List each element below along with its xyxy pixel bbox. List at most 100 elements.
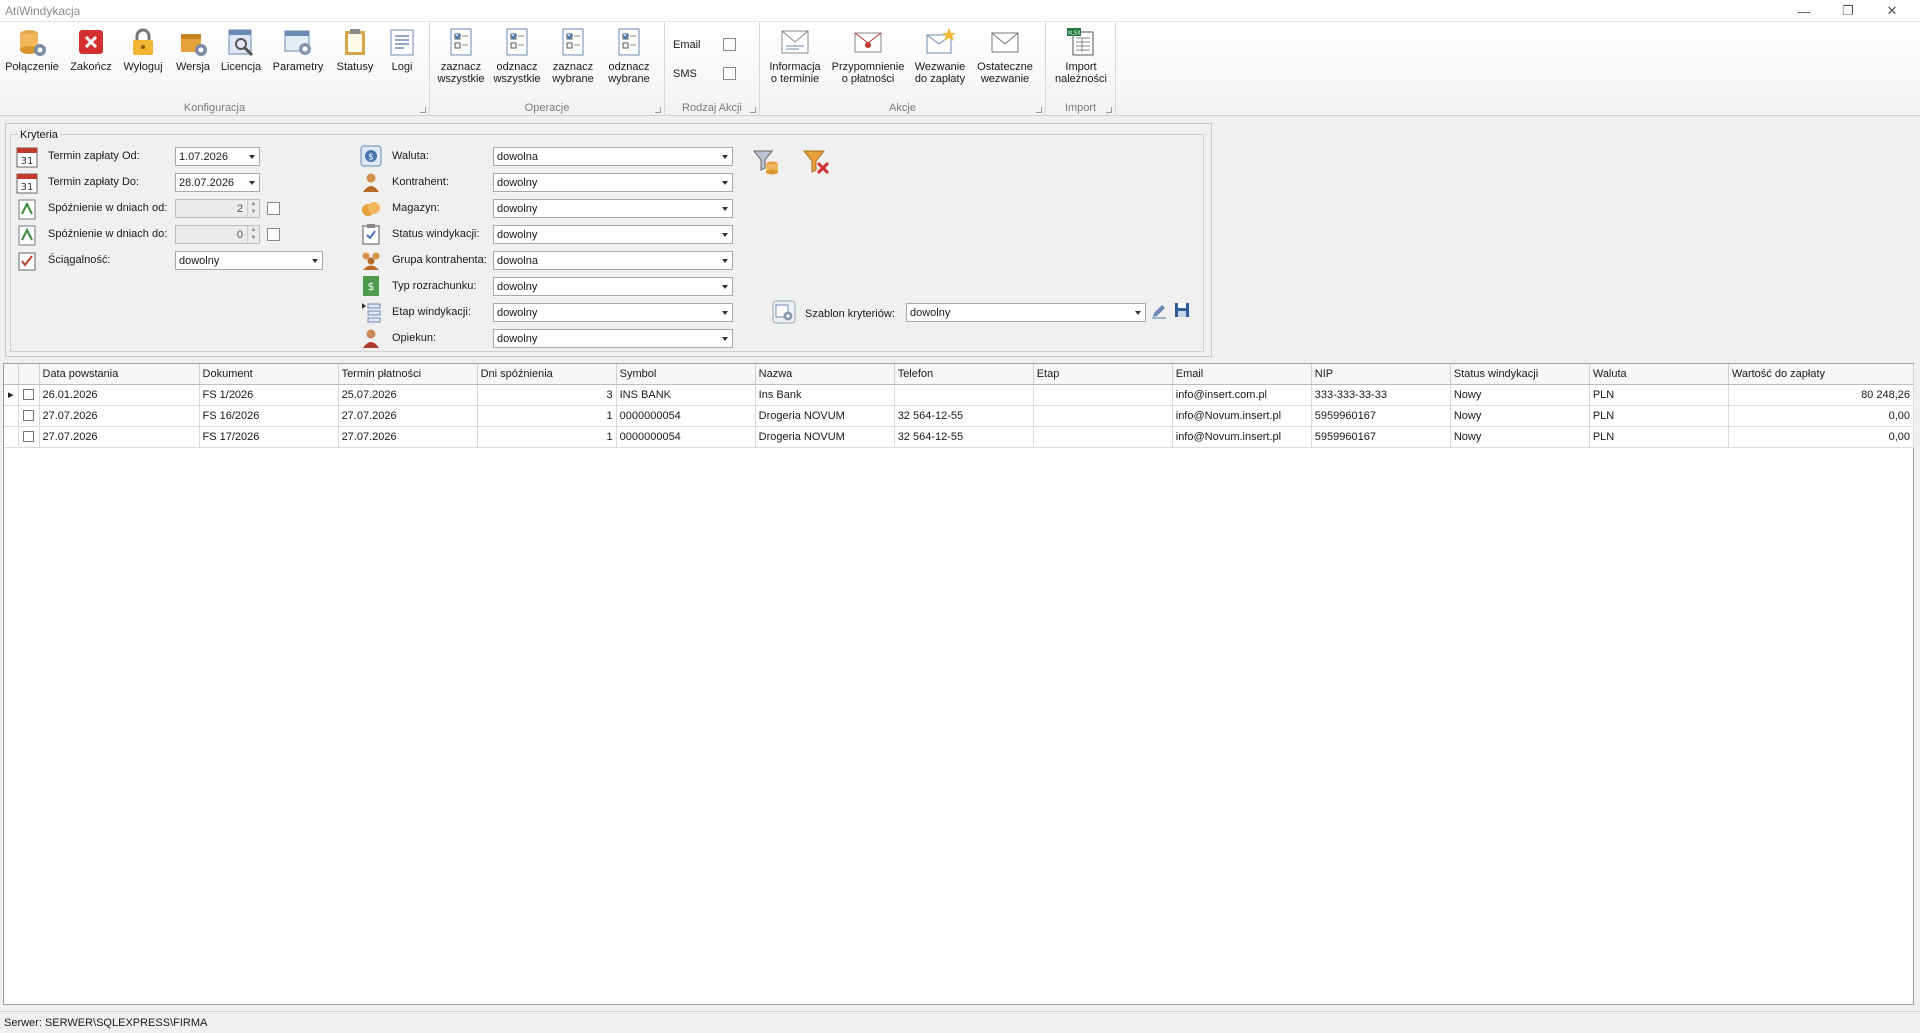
row-checkbox[interactable]: [23, 431, 34, 443]
cell[interactable]: info@insert.com.pl: [1172, 384, 1312, 406]
contractor-select[interactable]: dowolny: [493, 173, 733, 192]
cell[interactable]: 27.07.2026: [338, 405, 478, 427]
cell[interactable]: 25.07.2026: [338, 384, 478, 406]
edit-pencil-icon[interactable]: [1151, 303, 1167, 319]
cell[interactable]: 333-333-33-33: [1311, 384, 1451, 406]
license-button[interactable]: Licencja: [218, 26, 264, 73]
cell[interactable]: 0000000054: [616, 426, 756, 448]
cell[interactable]: PLN: [1589, 384, 1729, 406]
late-days-to-spinner[interactable]: 0 ▲ ▼: [175, 225, 260, 244]
cell[interactable]: 0,00: [1728, 405, 1915, 427]
group-expand-icon[interactable]: [655, 107, 661, 113]
column-header[interactable]: Waluta: [1589, 364, 1729, 385]
column-header[interactable]: Nazwa: [755, 364, 895, 385]
cell[interactable]: info@Novum.insert.pl: [1172, 405, 1312, 427]
group-expand-icon[interactable]: [420, 107, 426, 113]
save-disk-icon[interactable]: [1174, 302, 1190, 318]
cell[interactable]: Nowy: [1450, 405, 1590, 427]
column-header[interactable]: Termin płatności: [338, 364, 478, 385]
cell[interactable]: 27.07.2026: [39, 405, 200, 427]
spin-arrows-icon[interactable]: ▲ ▼: [247, 226, 259, 243]
select-all-button[interactable]: zaznacz wszystkie: [436, 26, 486, 85]
row-select-cell[interactable]: [18, 384, 40, 406]
filter-apply-icon[interactable]: [752, 148, 780, 176]
select-column-header[interactable]: [18, 364, 40, 385]
deselect-all-button[interactable]: odznacz wszystkie: [492, 26, 542, 85]
logs-button[interactable]: Logi: [384, 26, 420, 73]
cell[interactable]: [1033, 384, 1173, 406]
row-checkbox[interactable]: [23, 389, 34, 401]
cell[interactable]: PLN: [1589, 426, 1729, 448]
group-expand-icon[interactable]: [750, 107, 756, 113]
exit-button[interactable]: Zakończ: [68, 26, 114, 73]
cell[interactable]: 5959960167: [1311, 405, 1451, 427]
version-button[interactable]: Wersja: [172, 26, 214, 73]
cell[interactable]: INS BANK: [616, 384, 756, 406]
filter-clear-icon[interactable]: [802, 148, 830, 176]
cell[interactable]: 3: [477, 384, 617, 406]
column-header[interactable]: NIP: [1311, 364, 1451, 385]
select-chosen-button[interactable]: zaznacz wybrane: [548, 26, 598, 85]
row-checkbox[interactable]: [23, 410, 34, 422]
minimize-button[interactable]: —: [1782, 0, 1826, 22]
logout-button[interactable]: Wyloguj: [120, 26, 166, 73]
cell[interactable]: Ins Bank: [755, 384, 895, 406]
settlement-type-select[interactable]: dowolny: [493, 277, 733, 296]
cell[interactable]: Drogeria NOVUM: [755, 426, 895, 448]
table-row[interactable]: 27.07.2026 FS 17/2026 27.07.2026 1 00000…: [4, 426, 1915, 448]
column-header[interactable]: Data powstania: [39, 364, 200, 385]
cell[interactable]: 1: [477, 426, 617, 448]
sms-action-option[interactable]: SMS: [673, 67, 736, 80]
payment-reminder-button[interactable]: Przypomnienie o płatności: [830, 26, 906, 85]
final-demand-button[interactable]: Ostateczne wezwanie: [974, 26, 1036, 85]
payment-demand-button[interactable]: Wezwanie do zapłaty: [910, 26, 970, 85]
column-header[interactable]: Dokument: [199, 364, 339, 385]
cell[interactable]: 32 564-12-55: [894, 426, 1034, 448]
contractor-group-select[interactable]: dowolna: [493, 251, 733, 270]
collection-status-select[interactable]: dowolny: [493, 225, 733, 244]
cell[interactable]: Drogeria NOVUM: [755, 405, 895, 427]
cell[interactable]: 27.07.2026: [39, 426, 200, 448]
cell[interactable]: [1033, 405, 1173, 427]
parameters-button[interactable]: Parametry: [270, 26, 326, 73]
column-header[interactable]: Status windykacji: [1450, 364, 1590, 385]
column-header[interactable]: Wartość do zapłaty: [1728, 364, 1915, 385]
cell[interactable]: info@Novum.insert.pl: [1172, 426, 1312, 448]
import-receivables-button[interactable]: XLSX Import należności: [1052, 26, 1110, 85]
spin-arrows-icon[interactable]: ▲ ▼: [247, 200, 259, 217]
cell[interactable]: Nowy: [1450, 384, 1590, 406]
cell[interactable]: [894, 384, 1034, 406]
cell[interactable]: 32 564-12-55: [894, 405, 1034, 427]
column-header[interactable]: Email: [1172, 364, 1312, 385]
cell[interactable]: 0,00: [1728, 426, 1915, 448]
sms-checkbox[interactable]: [723, 67, 736, 80]
currency-select[interactable]: dowolna: [493, 147, 733, 166]
row-select-cell[interactable]: [18, 405, 40, 427]
column-header[interactable]: Etap: [1033, 364, 1173, 385]
connection-button[interactable]: Połączenie: [5, 26, 59, 73]
cell[interactable]: 26.01.2026: [39, 384, 200, 406]
collection-stage-select[interactable]: dowolny: [493, 303, 733, 322]
due-date-from-picker[interactable]: 1.07.2026: [175, 147, 260, 166]
cell[interactable]: Nowy: [1450, 426, 1590, 448]
table-row[interactable]: ▸ 26.01.2026 FS 1/2026 25.07.2026 3 INS …: [4, 384, 1915, 406]
cell[interactable]: 80 248,26: [1728, 384, 1915, 406]
row-select-cell[interactable]: [18, 426, 40, 448]
column-header[interactable]: Dni spóźnienia: [477, 364, 617, 385]
late-days-from-spinner[interactable]: 2 ▲ ▼: [175, 199, 260, 218]
cell[interactable]: FS 1/2026: [199, 384, 339, 406]
warehouse-select[interactable]: dowolny: [493, 199, 733, 218]
email-action-option[interactable]: Email: [673, 38, 736, 51]
due-date-to-picker[interactable]: 28.07.2026: [175, 173, 260, 192]
cell[interactable]: 1: [477, 405, 617, 427]
close-window-button[interactable]: ✕: [1870, 0, 1914, 22]
payment-info-button[interactable]: Informacja o terminie: [764, 26, 826, 85]
group-expand-icon[interactable]: [1106, 107, 1112, 113]
late-days-to-checkbox[interactable]: [267, 228, 280, 241]
cell[interactable]: [1033, 426, 1173, 448]
cell[interactable]: PLN: [1589, 405, 1729, 427]
cell[interactable]: 27.07.2026: [338, 426, 478, 448]
cell[interactable]: FS 17/2026: [199, 426, 339, 448]
group-expand-icon[interactable]: [1036, 107, 1042, 113]
criteria-template-select[interactable]: dowolny: [906, 303, 1146, 322]
